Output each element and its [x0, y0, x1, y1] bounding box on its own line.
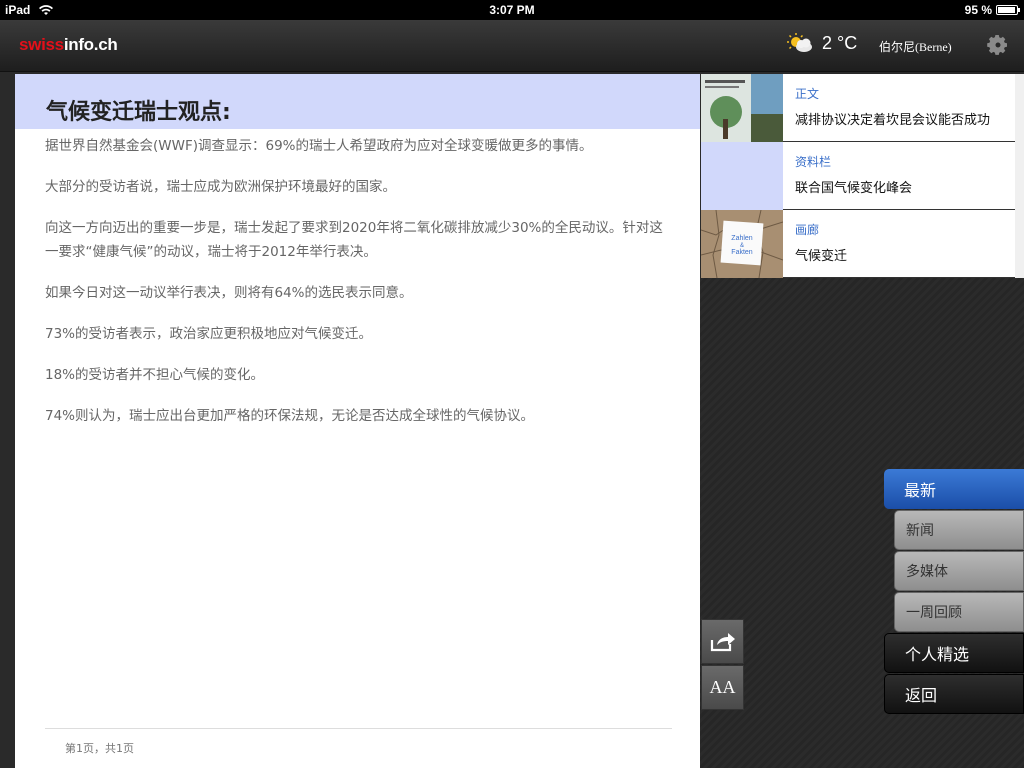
related-headline: 气候变迁: [795, 249, 848, 264]
divider: [45, 728, 672, 729]
nav-latest[interactable]: 最新: [884, 469, 1024, 509]
related-item-main-text[interactable]: 正文 减排协议决定着坎昆会议能否成功: [701, 74, 1015, 142]
related-thumbnail: Zahlen & Fakten: [701, 210, 783, 278]
thumb-text: Zahlen: [731, 235, 753, 242]
back-button[interactable]: 返回: [884, 674, 1024, 714]
related-list: 正文 减排协议决定着坎昆会议能否成功 资料栏 联合国气候变化峰会 Zahlen …: [701, 74, 1015, 278]
article-paragraph: 向这一方向迈出的重要一步是，瑞士发起了要求到2020年将二氧化碳排放减少30%的…: [45, 220, 663, 260]
nav-label: 一周回顾: [906, 605, 962, 621]
thumb-text: Fakten: [731, 249, 753, 256]
related-headline: 联合国气候变化峰会: [795, 181, 913, 196]
clock: 3:07 PM: [489, 3, 535, 17]
partly-cloudy-icon: [787, 33, 812, 52]
city-name[interactable]: 伯尔尼(Berne): [879, 38, 952, 55]
related-thumbnail: [701, 74, 783, 142]
related-headline: 减排协议决定着坎昆会议能否成功: [795, 113, 991, 128]
nav-personal-picks[interactable]: 个人精选: [884, 633, 1024, 673]
battery-icon: [996, 5, 1020, 15]
article-title: 气候变迁瑞士观点:: [46, 100, 231, 125]
related-category: 资料栏: [795, 155, 832, 169]
article-paragraph: 如果今日对这一动议举行表决，则将有64%的选民表示同意。: [45, 285, 413, 301]
article-paragraph: 74%则认为，瑞士应出台更加严格的环保法规，无论是否达成全球性的气候协议。: [45, 408, 535, 424]
related-scroll-edge: [1015, 74, 1024, 278]
share-icon: [710, 632, 735, 651]
related-item-gallery[interactable]: Zahlen & Fakten 画廊 气候变迁: [701, 210, 1015, 278]
article-title-bar: 气候变迁瑞士观点:: [15, 74, 700, 129]
gear-icon[interactable]: [986, 33, 1010, 57]
nav-weekly-review[interactable]: 一周回顾: [894, 592, 1024, 632]
article-paragraph: 73%的受访者表示，政治家应更积极地应对气候变迁。: [45, 326, 373, 342]
app-header: swissinfo.ch 2 °C 伯尔尼(Berne): [0, 20, 1024, 72]
related-category: 正文: [795, 87, 820, 101]
logo-red-part: swiss: [19, 35, 64, 54]
share-button[interactable]: [701, 619, 744, 664]
article-paragraph: 大部分的受访者说，瑞士应成为欧洲保护环境最好的国家。: [45, 179, 396, 195]
related-category: 画廊: [795, 223, 820, 237]
weather-widget[interactable]: 2 °C: [786, 32, 857, 54]
article-paragraph: 据世界自然基金会(WWF)调查显示：69%的瑞士人希望政府为应对全球变暖做更多的…: [45, 138, 593, 154]
logo-white-part: info.ch: [63, 35, 118, 54]
font-size-button[interactable]: AA: [701, 665, 744, 710]
swissinfo-logo[interactable]: swissinfo.ch: [19, 35, 118, 55]
temperature: 2 °C: [822, 32, 858, 53]
status-bar: iPad 3:07 PM 95 %: [0, 0, 1024, 20]
article-paragraph: 18%的受访者并不担心气候的变化。: [45, 367, 265, 383]
nav-label: 最新: [904, 481, 937, 500]
nav-multimedia[interactable]: 多媒体: [894, 551, 1024, 591]
nav-label: 个人精选: [905, 645, 970, 664]
article-body: 据世界自然基金会(WWF)调查显示：69%的瑞士人希望政府为应对全球变暖做更多的…: [45, 134, 665, 445]
article-panel: 气候变迁瑞士观点: 据世界自然基金会(WWF)调查显示：69%的瑞士人希望政府为…: [15, 74, 700, 768]
battery-percent: 95 %: [964, 3, 992, 17]
nav-label: 多媒体: [906, 564, 948, 580]
nav-label: 新闻: [906, 523, 934, 539]
page-indicator: 第1页，共1页: [65, 742, 134, 755]
related-item-info-box[interactable]: 资料栏 联合国气候变化峰会: [701, 142, 1015, 210]
font-size-label: AA: [709, 677, 736, 697]
related-thumbnail: [701, 142, 783, 210]
nav-label: 返回: [905, 686, 938, 705]
nav-news[interactable]: 新闻: [894, 510, 1024, 550]
